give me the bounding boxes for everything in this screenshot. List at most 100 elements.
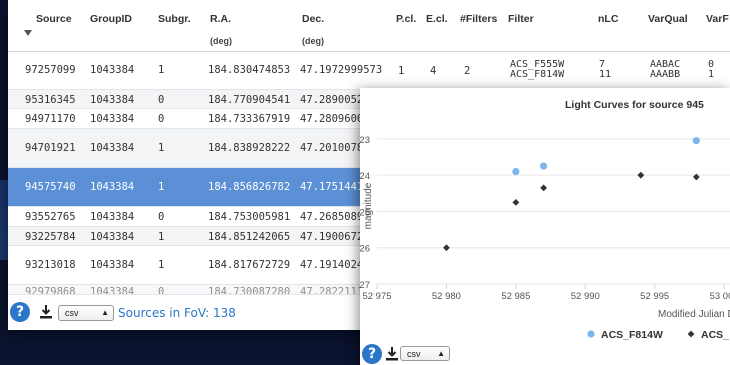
light-curve-footer: ? csv ▲︎ [360, 342, 730, 365]
cell-subgr: 0 [158, 211, 165, 223]
cell-source: 93552765 [25, 211, 76, 223]
x-tick-label: 53 000 [710, 291, 730, 302]
cell-ra: 184.817672729 [208, 259, 291, 271]
col-header-source[interactable]: Source [36, 13, 72, 25]
cell-ecl: 4 [430, 65, 437, 77]
x-tick-label: 52 985 [501, 291, 530, 302]
export-format-select[interactable]: csv ▲︎ [58, 305, 114, 321]
cell-subgr: 1 [158, 142, 165, 154]
cell-dec: 47.1972999573 [300, 64, 382, 76]
y-tick-label: 27 [360, 280, 370, 291]
cell-source: 93225784 [25, 231, 76, 243]
x-tick-label: 52 975 [362, 291, 391, 302]
cell-groupid: 1043384 [90, 259, 135, 271]
cell-ra: 184.838928222 [208, 142, 291, 154]
data-point [637, 171, 645, 179]
cell-groupid: 1043384 [90, 113, 135, 125]
background-panel-edge [0, 180, 8, 260]
x-tick-label: 52 980 [432, 291, 461, 302]
col-header-pcl[interactable]: P.cl. [396, 13, 416, 25]
col-header-varqual[interactable]: VarQual [648, 13, 688, 25]
cell-varf: 0 1 [708, 60, 714, 80]
cell-ra: 184.770904541 [208, 94, 291, 106]
table-header: Source GroupID Subgr. R.A. (deg) Dec. (d… [8, 0, 730, 52]
cell-ra: 184.733367919 [208, 113, 291, 125]
legend-marker [587, 330, 595, 338]
chart-title: Light Curves for source 945 [565, 99, 704, 111]
col-unit-ra: (deg) [210, 36, 232, 46]
cell-groupid: 1043384 [90, 211, 135, 223]
data-point [540, 184, 548, 192]
cell-varqual-line: AAABB [650, 69, 681, 80]
help-icon[interactable]: ? [362, 344, 382, 364]
cell-ra: 184.830474853 [208, 64, 291, 76]
x-axis-title: Modified Julian Date [658, 309, 730, 320]
select-caret-icon: ▲︎ [437, 349, 445, 358]
cell-source: 94575740 [25, 181, 76, 193]
cell-source: 97257099 [25, 64, 76, 76]
cell-subgr: 1 [158, 231, 165, 243]
cell-subgr: 1 [158, 259, 165, 271]
cell-varqual: AABAC AAABB [650, 60, 680, 80]
data-point [692, 173, 700, 181]
data-point [512, 198, 520, 206]
lc-export-format-value: csv [407, 349, 421, 359]
y-tick-label: 26 [360, 244, 370, 255]
cell-varf-line: 1 [708, 69, 715, 80]
cell-source: 93213018 [25, 259, 76, 271]
cell-filter-line: ACS_F814W [510, 69, 565, 80]
download-icon[interactable] [40, 305, 52, 319]
cell-groupid: 1043384 [90, 142, 135, 154]
data-point [692, 137, 700, 145]
cell-ra: 184.856826782 [208, 181, 291, 193]
col-header-ecl[interactable]: E.cl. [426, 13, 448, 25]
col-unit-dec: (deg) [302, 36, 324, 46]
export-format-value: csv [65, 308, 79, 318]
cell-groupid: 1043384 [90, 94, 135, 106]
cell-ra: 184.753005981 [208, 211, 291, 223]
cell-groupid: 1043384 [90, 181, 135, 193]
data-point [540, 162, 548, 170]
col-header-nlc[interactable]: nLC [598, 13, 618, 25]
col-header-filter[interactable]: Filter [508, 13, 534, 25]
lc-export-format-select[interactable]: csv ▲︎ [400, 346, 450, 361]
cell-source: 95316345 [25, 94, 76, 106]
cell-pcl: 1 [398, 65, 405, 77]
cell-nlc-line: 11 [599, 69, 612, 80]
col-header-subgr[interactable]: Subgr. [158, 13, 191, 25]
x-tick-label: 52 995 [640, 291, 669, 302]
light-curve-chart: Light Curves for source 945232425262752 … [360, 99, 730, 341]
col-header-groupid[interactable]: GroupID [90, 13, 132, 25]
legend-label: ACS_F814W [601, 329, 663, 341]
light-curve-window: Light Curves for source 945 23 24 25 26 27 52 … [360, 88, 730, 365]
cell-subgr: 1 [158, 181, 165, 193]
cell-filter: ACS_F555W ACS_F814W [510, 60, 564, 80]
data-point [443, 244, 450, 252]
col-header-dec[interactable]: Dec. [302, 13, 324, 25]
download-icon[interactable] [386, 347, 398, 361]
cell-ra: 184.851242065 [208, 231, 291, 243]
legend-marker [687, 330, 695, 338]
cell-nfilters: 2 [464, 65, 471, 77]
y-tick-label: 24 [360, 171, 370, 182]
cell-groupid: 1043384 [90, 64, 135, 76]
sources-in-fov-text: Sources in FoV: 138 [118, 306, 236, 320]
cell-subgr: 0 [158, 113, 165, 125]
cell-source: 94701921 [25, 142, 76, 154]
cell-groupid: 1043384 [90, 231, 135, 243]
data-point [512, 167, 520, 176]
sort-descending-icon[interactable] [24, 30, 32, 36]
col-header-varf[interactable]: VarF [706, 13, 729, 25]
cell-subgr: 1 [158, 64, 165, 76]
y-tick-label: 23 [360, 135, 370, 146]
legend-label: ACS_ [701, 329, 729, 341]
cell-nlc: 7 11 [599, 60, 611, 80]
col-header-ra[interactable]: R.A. [210, 13, 231, 25]
help-icon[interactable]: ? [10, 302, 30, 322]
table-row[interactable]: 97257099 1043384 1 184.830474853 47.1972… [8, 52, 730, 90]
select-caret-icon: ▲︎ [101, 308, 109, 317]
col-header-nfilters[interactable]: #Filters [460, 13, 497, 25]
cell-subgr: 0 [158, 94, 165, 106]
y-axis-title: magnitude [363, 182, 374, 229]
cell-source: 94971170 [25, 113, 76, 125]
